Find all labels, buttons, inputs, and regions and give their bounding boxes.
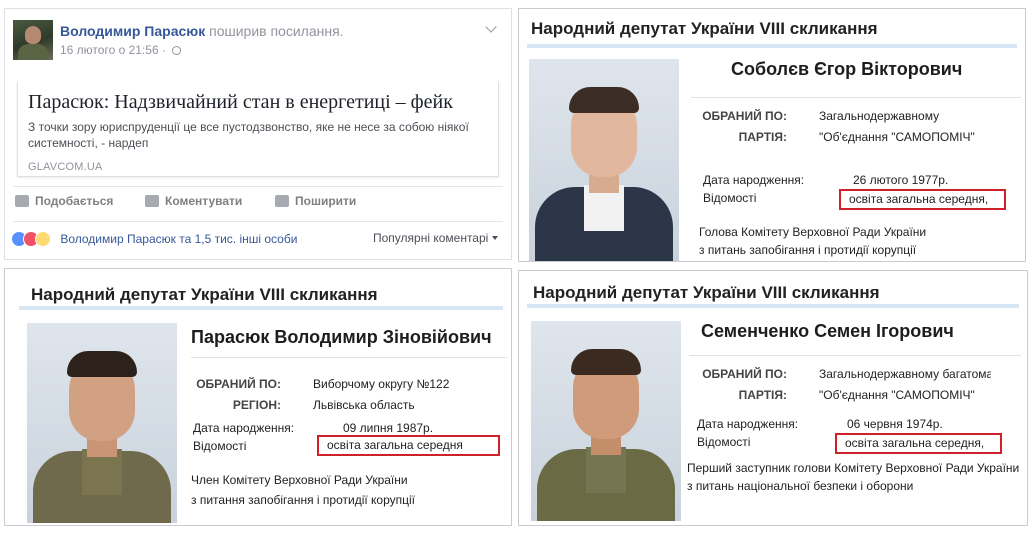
party-value: "Об'єднання "САМОПОМІЧ": [819, 388, 975, 402]
party-label: ПАРТІЯ:: [738, 130, 787, 144]
birth-label: Дата народження:: [697, 417, 799, 431]
divider: [13, 186, 503, 187]
card-header: Народний депутат України VIII скликання: [531, 19, 878, 38]
divider: [689, 355, 1021, 356]
party-value: "Об'єднання "САМОПОМІЧ": [819, 130, 975, 144]
birth-label: Дата народження:: [703, 173, 805, 187]
comments-filter-label: Популярні коментарі: [373, 231, 489, 245]
card-header: Народний депутат України VIII скликання: [31, 285, 378, 304]
share-label: Поширити: [295, 194, 357, 208]
share-button[interactable]: Поширити: [275, 194, 356, 208]
education-highlight: освіта загальна середня,: [839, 189, 1006, 210]
info-label: Відомості: [697, 435, 751, 449]
deputy-card-semenchenko: Народний депутат України VIII скликання …: [518, 270, 1028, 526]
haha-reaction-icon: [35, 231, 51, 247]
divider: [13, 221, 503, 222]
party-label: ПАРТІЯ:: [738, 388, 787, 402]
position-line-2: з питань запобігання і протидії корупції: [699, 243, 917, 257]
comment-label: Коментувати: [165, 194, 243, 208]
elected-label: ОБРАНИЙ ПО:: [196, 377, 281, 391]
card-header: Народний депутат України VIII скликання: [533, 283, 880, 302]
share-icon: [275, 195, 289, 207]
elected-value: Загальнодержавному: [819, 109, 940, 123]
position-line-2: з питання запобігання і протидії корупці…: [191, 493, 416, 507]
elected-label: ОБРАНИЙ ПО:: [702, 367, 787, 381]
header-rule: [19, 306, 503, 310]
comment-icon: [145, 195, 159, 207]
birth-value: 06 червня 1974р.: [847, 417, 943, 431]
education-highlight: освіта загальна середня,: [835, 433, 1002, 454]
post-header: Володимир Парасюк поширив посилання.: [60, 23, 344, 39]
elected-value: Загальнодержавному багатома: [819, 367, 991, 381]
reactions-summary[interactable]: Володимир Парасюк та 1,5 тис. інші особи: [11, 231, 297, 247]
reactions-text: Володимир Парасюк та 1,5 тис. інші особи: [60, 232, 298, 246]
elected-label: ОБРАНИЙ ПО:: [702, 109, 787, 123]
timestamp-text: 16 лютого о 21:56 ·: [60, 43, 166, 57]
elected-value: Виборчому округу №122: [313, 377, 450, 391]
position-line-2: з питань національної безпеки і оборони: [687, 479, 914, 493]
chevron-down-icon[interactable]: [485, 21, 497, 33]
comments-filter-dropdown[interactable]: Популярні коментарі: [373, 231, 499, 245]
education-highlight: освіта загальна середня: [317, 435, 500, 456]
facebook-post: Володимир Парасюк поширив посилання. 16 …: [4, 8, 512, 260]
divider: [191, 357, 507, 358]
globe-icon: [172, 46, 182, 55]
divider: [691, 97, 1021, 98]
birth-label: Дата народження:: [193, 421, 295, 435]
deputy-name: Соболєв Єгор Вікторович: [731, 59, 963, 79]
info-label: Відомості: [703, 191, 757, 205]
author-avatar[interactable]: [13, 20, 53, 60]
deputy-photo: [531, 321, 681, 521]
birth-value: 09 липня 1987р.: [343, 421, 434, 435]
caret-down-icon: [492, 236, 499, 240]
header-rule: [527, 44, 1017, 48]
link-title[interactable]: Парасюк: Надзвичайний стан в енергетиці …: [28, 91, 453, 114]
deputy-photo: [529, 59, 679, 261]
region-label: РЕГІОН:: [232, 398, 281, 412]
region-value: Львівська область: [313, 398, 415, 412]
position-line-1: Перший заступник голови Комітету Верховн…: [687, 461, 1020, 475]
position-line-1: Член Комітету Верховної Ради України: [191, 473, 408, 487]
comment-button[interactable]: Коментувати: [145, 194, 242, 208]
link-description: З точки зору юриспруденції це все пустод…: [28, 120, 469, 150]
info-label: Відомості: [193, 439, 247, 453]
thumbs-up-icon: [15, 195, 29, 207]
post-action-text: поширив посилання.: [209, 23, 344, 39]
like-label: Подобається: [35, 194, 114, 208]
post-timestamp[interactable]: 16 лютого о 21:56 ·: [60, 43, 182, 57]
deputy-card-parasiuk: Народний депутат України VIII скликання …: [4, 268, 512, 526]
position-line-1: Голова Комітету Верховної Ради України: [699, 225, 927, 239]
like-button[interactable]: Подобається: [15, 194, 113, 208]
deputy-photo: [27, 323, 177, 523]
deputy-card-sobolev: Народний депутат України VIII скликання …: [518, 8, 1026, 262]
link-source: GLAVCOM.UA: [28, 161, 103, 173]
deputy-name: Семенченко Семен Ігорович: [701, 321, 954, 341]
author-name-link[interactable]: Володимир Парасюк: [60, 23, 205, 39]
deputy-name: Парасюк Володимир Зіновійович: [191, 327, 492, 347]
link-preview-card[interactable]: Парасюк: Надзвичайний стан в енергетиці …: [17, 81, 499, 177]
header-rule: [527, 304, 1019, 308]
birth-value: 26 лютого 1977р.: [853, 173, 949, 187]
